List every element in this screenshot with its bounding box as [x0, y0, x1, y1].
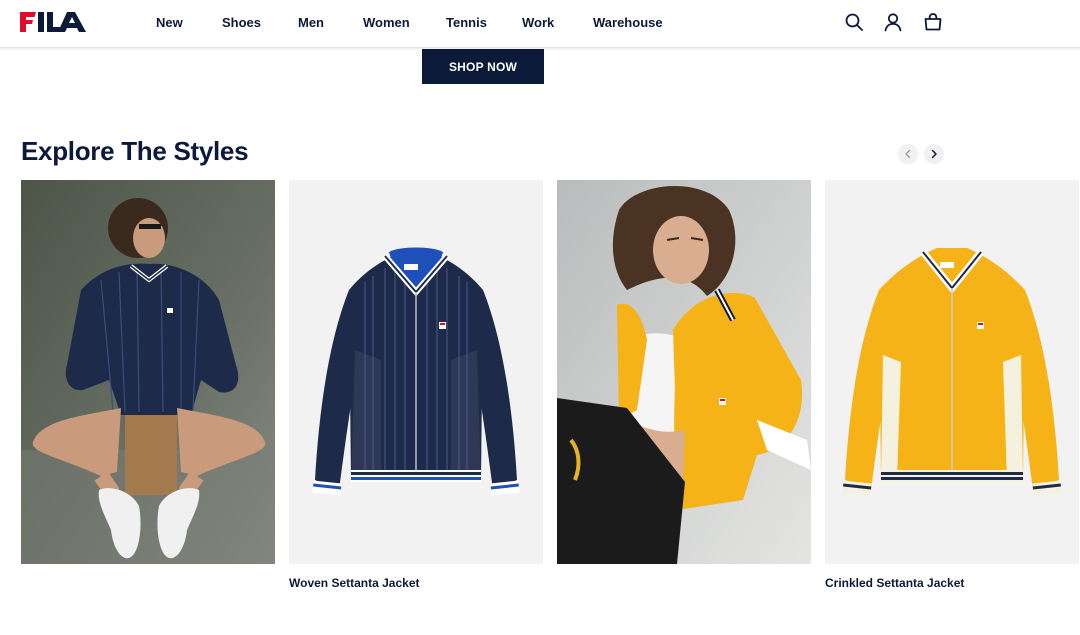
nav-item-warehouse[interactable]: Warehouse [593, 15, 663, 30]
account-icon[interactable] [882, 11, 904, 33]
search-icon[interactable] [843, 11, 865, 33]
product-label[interactable]: Woven Settanta Jacket [289, 576, 543, 590]
product-image-model-navy[interactable] [21, 180, 275, 564]
carousel-prev-button[interactable] [898, 144, 918, 164]
nav-item-men[interactable]: Men [298, 15, 324, 30]
site-header: New Shoes Men Women Tennis Work Warehous… [0, 0, 1080, 48]
nav-item-tennis[interactable]: Tennis [446, 15, 487, 30]
product-label[interactable]: Crinkled Settanta Jacket [825, 576, 1079, 590]
bag-icon[interactable] [922, 11, 944, 33]
carousel-next-button[interactable] [924, 144, 944, 164]
nav-item-shoes[interactable]: Shoes [222, 15, 261, 30]
product-card[interactable] [21, 180, 275, 576]
product-image-model-yellow[interactable] [557, 180, 811, 564]
product-card[interactable] [557, 180, 811, 576]
chevron-right-icon [931, 149, 937, 159]
nav-item-work[interactable]: Work [522, 15, 554, 30]
product-card[interactable]: Woven Settanta Jacket [289, 180, 543, 590]
product-image-yellow-jacket[interactable] [825, 180, 1079, 564]
shop-now-button[interactable]: SHOP NOW [422, 49, 544, 84]
product-image-navy-jacket[interactable] [289, 180, 543, 564]
product-card[interactable]: Crinkled Settanta Jacket [825, 180, 1079, 590]
nav-item-women[interactable]: Women [363, 15, 410, 30]
section-title: Explore The Styles [21, 136, 249, 166]
nav-item-new[interactable]: New [156, 15, 183, 30]
chevron-left-icon [905, 149, 911, 159]
fila-logo[interactable] [20, 10, 86, 34]
